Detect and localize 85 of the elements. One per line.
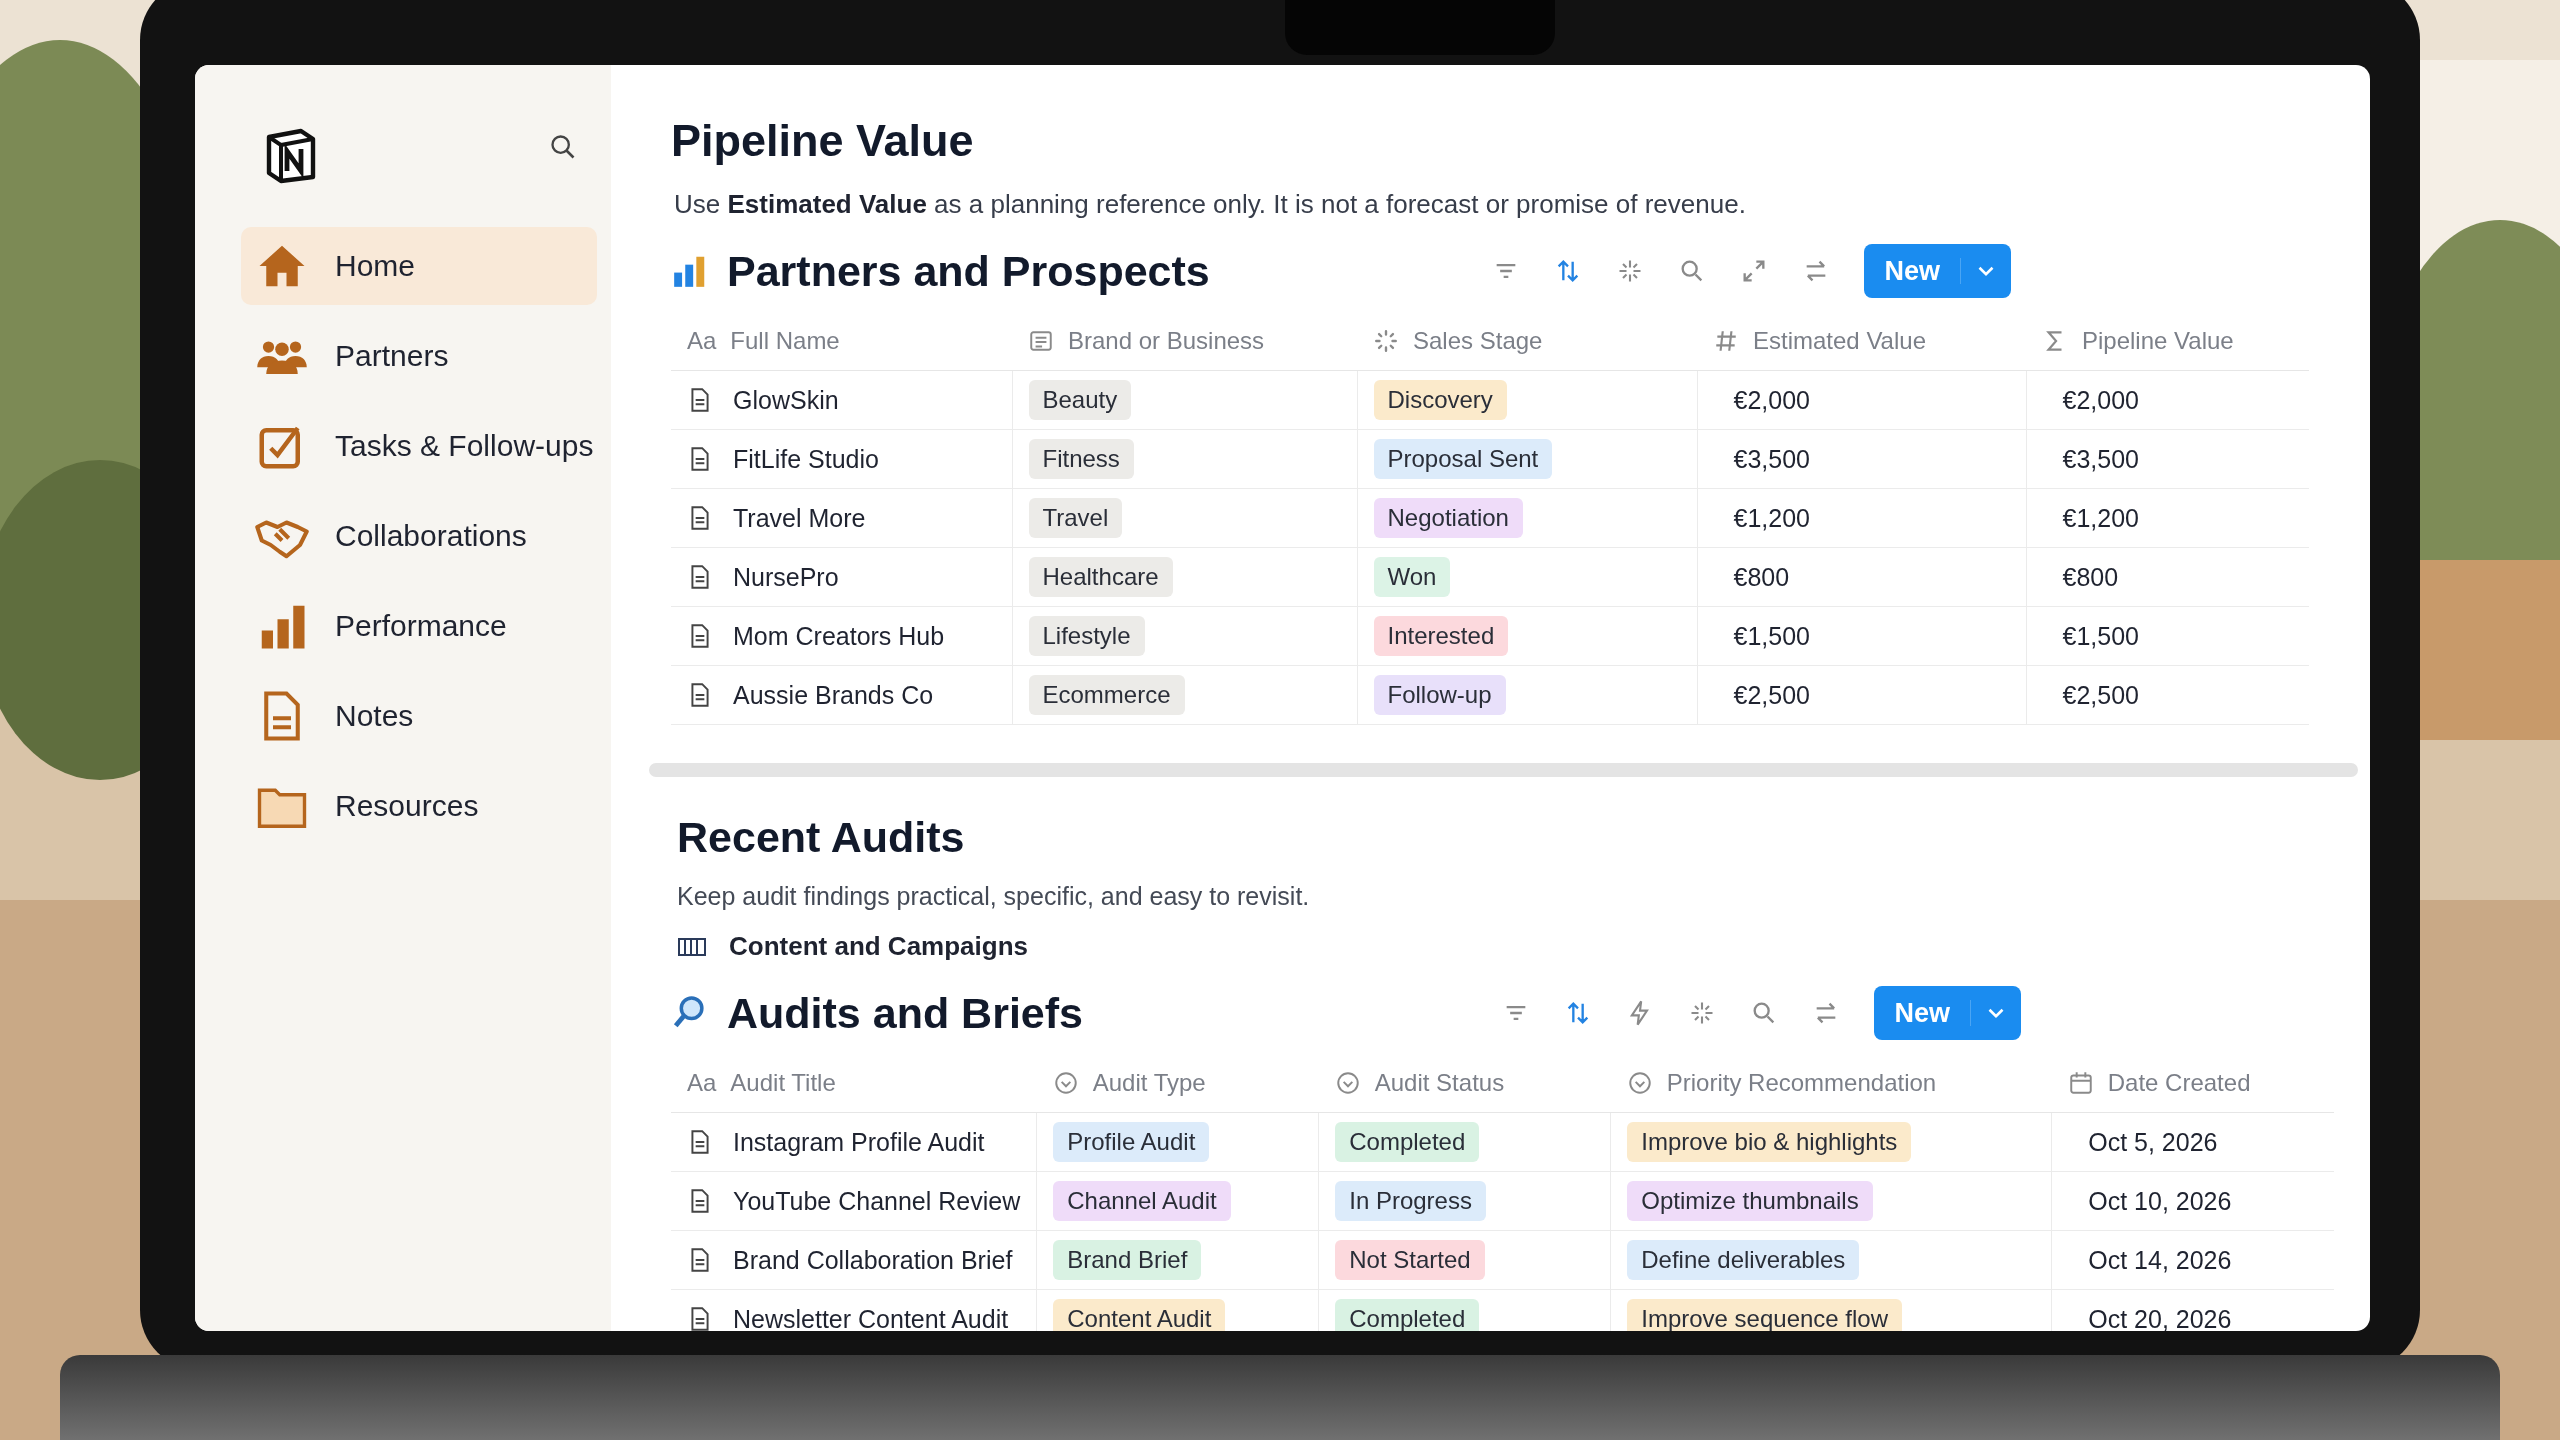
tag: Brand Brief	[1053, 1240, 1202, 1280]
column-header[interactable]: Audit Title	[730, 1069, 836, 1097]
table-cell: GlowSkin	[733, 385, 839, 415]
text-type-icon: Aa	[687, 1069, 717, 1097]
table-cell: Instagram Profile Audit	[733, 1127, 985, 1157]
column-header[interactable]: Pipeline Value	[2082, 327, 2234, 355]
new-button[interactable]: New	[1864, 244, 2011, 298]
sidebar-item[interactable]: Resources	[241, 767, 597, 845]
tag: Define deliverables	[1627, 1240, 1860, 1280]
table-cell: €1,200	[1733, 503, 1810, 532]
table-cell: Aussie Brands Co	[733, 680, 934, 710]
table-cell: €2,500	[2062, 680, 2139, 709]
sidebar-item[interactable]: Performance	[241, 587, 597, 665]
page-description: Use Estimated Value as a planning reference only. It is not a forecast or promise of revenue.	[674, 189, 1747, 220]
tag: Discovery	[1373, 380, 1507, 420]
column-header[interactable]: Estimated Value	[1753, 327, 1926, 355]
table-cell: NursePro	[733, 562, 839, 592]
table-cell: Brand Collaboration Brief	[733, 1245, 1013, 1275]
tag: Beauty	[1028, 380, 1132, 420]
section-title: Recent Audits	[677, 813, 966, 862]
select-icon	[1626, 1070, 1653, 1096]
scrollbar[interactable]	[649, 763, 2358, 777]
column-header[interactable]: Date Created	[2107, 1069, 2251, 1097]
table-cell: €1,500	[1733, 621, 1810, 650]
table-cell: Oct 14, 2026	[2088, 1245, 2232, 1274]
database-title: Audits and Briefs	[727, 988, 1083, 1038]
table-cell: Newsletter Content Audit	[733, 1304, 1009, 1331]
sidebar-item[interactable]: Collaborations	[241, 497, 597, 575]
database-title: Partners and Prospects	[727, 246, 1210, 296]
page-title: Pipeline Value	[671, 115, 975, 167]
table-cell: Mom Creators Hub	[733, 621, 945, 651]
table-cell: Oct 5, 2026	[2088, 1127, 2218, 1156]
sidebar-item[interactable]: Partners	[241, 317, 597, 395]
select-icon	[1052, 1070, 1079, 1096]
tag: Channel Audit	[1053, 1181, 1231, 1221]
table-cell: €1,500	[2062, 621, 2139, 650]
sidebar-item[interactable]: Tasks & Follow-ups	[241, 407, 597, 485]
text-type-icon: Aa	[687, 327, 717, 355]
lines-icon	[1028, 328, 1054, 354]
sidebar-item[interactable]: Notes	[241, 677, 597, 755]
table-cell: Oct 20, 2026	[2088, 1304, 2232, 1331]
table-cell: €2,000	[1733, 385, 1810, 414]
table-cell: €800	[1733, 562, 1790, 591]
search-icon[interactable]	[549, 133, 577, 161]
table-cell: €3,500	[1733, 444, 1810, 473]
table-cell: Oct 10, 2026	[2088, 1186, 2232, 1215]
tag: Fitness	[1028, 439, 1134, 479]
tag: Completed	[1335, 1122, 1480, 1162]
column-header[interactable]: Sales Stage	[1413, 327, 1543, 355]
calendar-icon	[2067, 1070, 2094, 1096]
table-cell: YouTube Channel Review	[733, 1186, 1021, 1216]
tag: In Progress	[1335, 1181, 1486, 1221]
tag: Improve bio & highlights	[1627, 1122, 1912, 1162]
tag: Healthcare	[1028, 557, 1173, 597]
tag: Travel	[1028, 498, 1123, 538]
tag: Ecommerce	[1028, 675, 1185, 715]
column-header[interactable]: Full Name	[730, 327, 840, 355]
tag: Interested	[1373, 616, 1509, 656]
column-header[interactable]: Audit Type	[1092, 1069, 1206, 1097]
status-icon	[1373, 328, 1399, 354]
tag: Content Audit	[1053, 1299, 1226, 1331]
new-button[interactable]: New	[1874, 986, 2021, 1040]
section-description: Keep audit findings practical, specific, and easy to revisit.	[677, 882, 1311, 911]
tag: Not Started	[1335, 1240, 1485, 1280]
tag: Profile Audit	[1053, 1122, 1210, 1162]
table-cell: €2,500	[1733, 680, 1810, 709]
tag: Follow-up	[1373, 675, 1506, 715]
column-header[interactable]: Brand or Business	[1068, 327, 1265, 355]
table-cell: Travel More	[733, 503, 866, 533]
table-cell: €3,500	[2062, 444, 2139, 473]
tag: Optimize thumbnails	[1627, 1181, 1873, 1221]
select-icon	[1334, 1070, 1361, 1096]
hash-icon	[1713, 328, 1739, 354]
table-cell: €800	[2062, 562, 2119, 591]
table-cell: €2,000	[2062, 385, 2139, 414]
column-header[interactable]: Priority Recommendation	[1666, 1069, 1937, 1097]
table-cell: €1,200	[2062, 503, 2139, 532]
tag: Negotiation	[1373, 498, 1523, 538]
tag: Lifestyle	[1028, 616, 1145, 656]
tag: Won	[1373, 557, 1451, 597]
linked-page[interactable]: Content and Campaigns	[729, 931, 1028, 962]
column-header[interactable]: Audit Status	[1374, 1069, 1505, 1097]
table-cell: FitLife Studio	[733, 444, 879, 474]
sidebar-item[interactable]: Home	[241, 227, 597, 305]
tag: Proposal Sent	[1373, 439, 1553, 479]
